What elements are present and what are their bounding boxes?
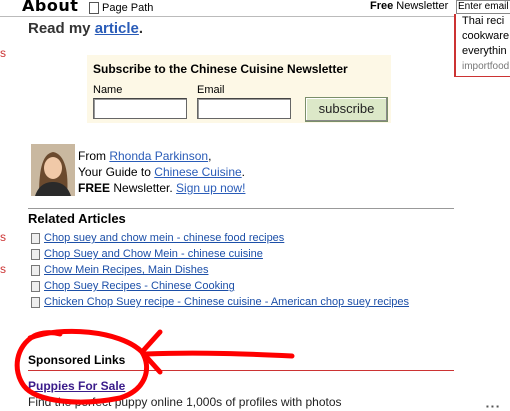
red-annotation-overlay [14,328,295,405]
arrow-shaft [143,350,295,359]
annotation-circle [14,328,150,405]
